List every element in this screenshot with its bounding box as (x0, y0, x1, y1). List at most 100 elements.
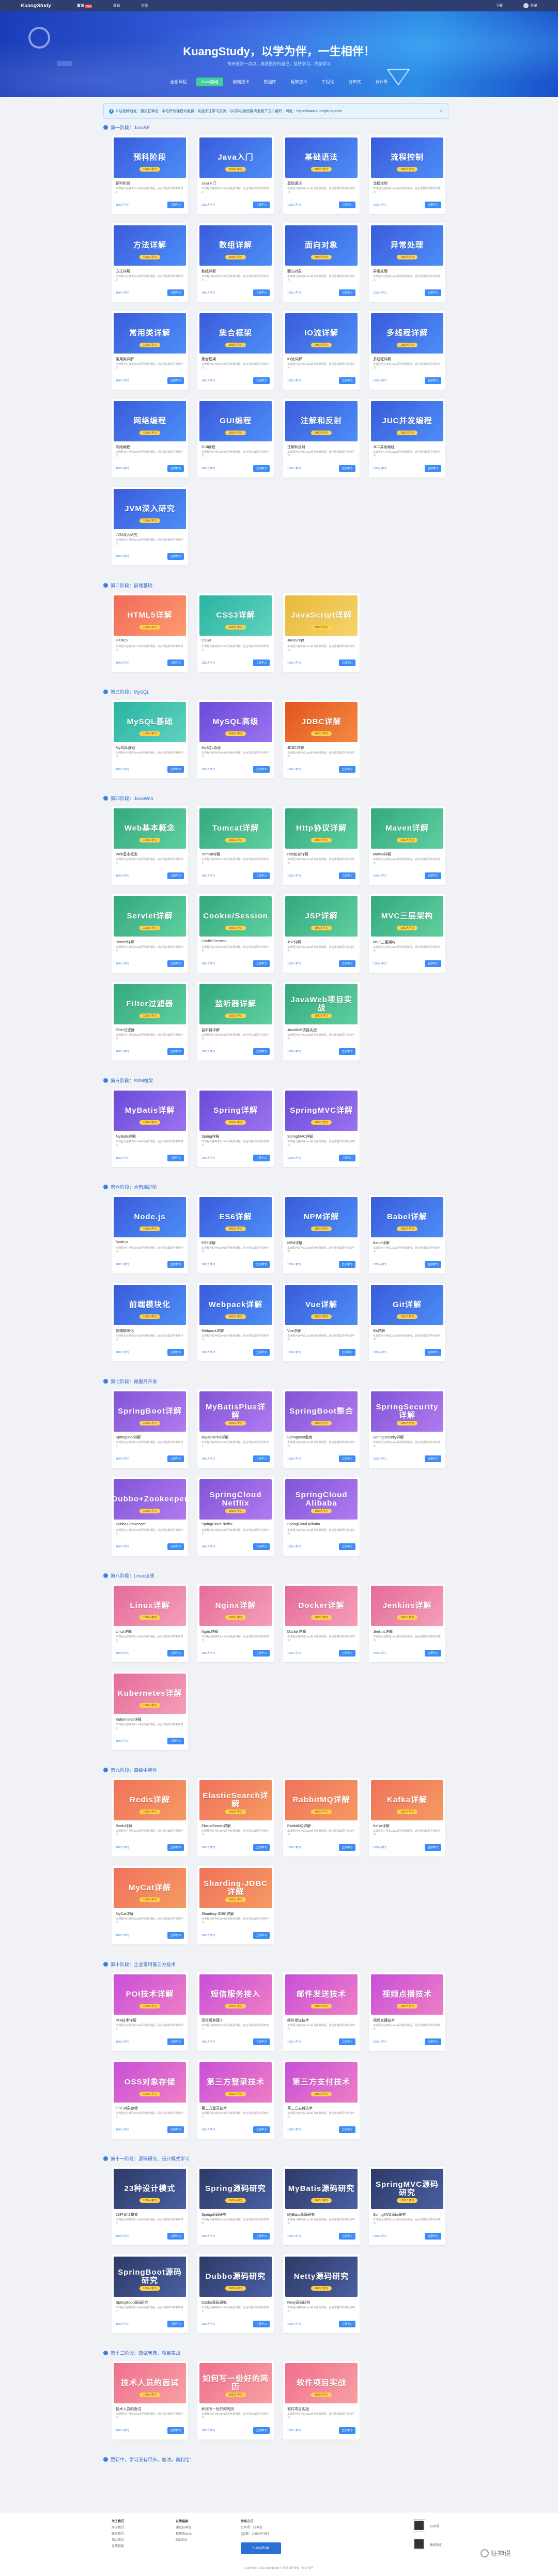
course-card[interactable]: Node.js 1000人学习 Node.js 本课程为狂神说Java系列免费课程，适… (112, 1195, 188, 1274)
start-learning-button[interactable]: 立即学习 (167, 872, 184, 879)
course-name[interactable]: JavaWeb项目实战 (287, 1028, 317, 1033)
start-learning-button[interactable]: 立即学习 (167, 2233, 184, 2240)
start-learning-button[interactable]: 立即学习 (167, 1155, 184, 1161)
course-name[interactable]: Cookie/Session (202, 940, 227, 943)
course-cover[interactable]: Redis详解 1000人学习 (114, 1780, 186, 1820)
course-name[interactable]: POI技术详解 (116, 2018, 136, 2023)
course-card[interactable]: Web基本概念 1000人学习 Web基本概念 本课程为狂神说Java系列免费课程，适… (112, 806, 188, 885)
course-cover[interactable]: Web基本概念 1000人学习 (114, 808, 186, 849)
course-card[interactable]: SpringMVC详解 1000人学习 SpringMVC详解 本课程为狂神说Java… (283, 1088, 360, 1167)
course-name[interactable]: SpringSecurity详解 (373, 1435, 404, 1440)
start-learning-button[interactable]: 立即学习 (167, 377, 184, 384)
course-name[interactable]: Dubbo源码研究 (202, 2300, 227, 2305)
course-cover[interactable]: 数组详解 1000人学习 (199, 225, 272, 266)
start-learning-button[interactable]: 立即学习 (253, 2038, 270, 2045)
course-name[interactable]: 预科阶段 (116, 181, 130, 186)
course-card[interactable]: MySQL高级 1000人学习 MySQL高级 本课程为狂神说Java系列免费课程，适… (197, 700, 274, 778)
footer-link[interactable]: 加入我们 (112, 2537, 124, 2543)
course-name[interactable]: 多线程详解 (373, 357, 391, 362)
course-name[interactable]: 注解和反射 (287, 444, 305, 450)
start-learning-button[interactable]: 立即学习 (167, 553, 184, 560)
start-learning-button[interactable]: 立即学习 (338, 2233, 355, 2240)
footer-link[interactable]: B站地址 (176, 2537, 192, 2543)
course-name[interactable]: Kafka详解 (373, 1823, 390, 1829)
start-learning-button[interactable]: 立即学习 (253, 202, 270, 208)
course-cover[interactable]: SpringBoot详解 1000人学习 (114, 1391, 186, 1432)
course-name[interactable]: Webpack详解 (202, 1328, 224, 1333)
course-card[interactable]: JavaWeb项目实战 1000人学习 JavaWeb项目实战 本课程为狂神说Java… (283, 982, 360, 1061)
course-cover[interactable]: MySQL基础 1000人学习 (114, 702, 186, 742)
course-card[interactable]: MVC三层架构 1000人学习 MVC三层架构 本课程为狂神说Java系列免费课程，适… (369, 894, 445, 973)
course-name[interactable]: 面向对象 (287, 269, 302, 274)
course-name[interactable]: Git详解 (373, 1328, 385, 1333)
course-cover[interactable]: 23种设计模式 1000人学习 (114, 2169, 186, 2209)
course-cover[interactable]: MyBatis详解 1000人学习 (114, 1091, 186, 1131)
start-learning-button[interactable]: 立即学习 (253, 1455, 270, 1462)
course-cover[interactable]: 前端模块化 1000人学习 (114, 1285, 186, 1325)
course-card[interactable]: 视频点播技术 1000人学习 视频点播技术 本课程为狂神说Java系列免费课程，适合零… (369, 1972, 445, 2051)
start-learning-button[interactable]: 立即学习 (338, 660, 355, 666)
course-card[interactable]: Java入门 1000人学习 Java入门 本课程为狂神说Java系列免费课程，适合零… (197, 135, 274, 214)
course-card[interactable]: JDBC详解 1000人学习 JDBC详解 本课程为狂神说Java系列免费课程，适合零… (283, 700, 360, 778)
start-learning-button[interactable]: 立即学习 (253, 1844, 270, 1851)
course-name[interactable]: 如何写一份好的简历 (202, 2406, 234, 2412)
course-cover[interactable]: JSP详解 1000人学习 (285, 896, 358, 937)
course-cover[interactable]: JUC并发编程 1000人学习 (371, 401, 443, 441)
course-card[interactable]: GUI编程 1000人学习 GUI编程 本课程为狂神说Java系列免费课程，适合零基础… (197, 399, 274, 478)
start-learning-button[interactable]: 立即学习 (253, 1155, 270, 1161)
course-name[interactable]: Kubernetes详解 (116, 1717, 142, 1722)
course-card[interactable]: Netty源码研究 1000人学习 Netty源码研究 本课程为狂神说Java系列免费… (283, 2255, 360, 2333)
course-name[interactable]: 前端模块化 (116, 1328, 134, 1333)
start-learning-button[interactable]: 立即学习 (253, 1543, 270, 1550)
course-name[interactable]: 短信服务接入 (202, 2018, 223, 2023)
course-cover[interactable]: CSS3详解 1000人学习 (199, 595, 272, 636)
course-card[interactable]: JSP详解 1000人学习 JSP详解 本课程为狂神说Java系列免费课程，适合零基础… (283, 894, 360, 973)
course-cover[interactable]: Dubbo源码研究 1000人学习 (199, 2257, 272, 2297)
course-name[interactable]: 基础语法 (287, 181, 302, 186)
course-cover[interactable]: Cookie/Session 1000人学习 (199, 896, 272, 937)
course-name[interactable]: Vue详解 (287, 1328, 301, 1333)
banner-tab[interactable]: 分布式 (343, 78, 366, 86)
course-card[interactable]: 网络编程 1000人学习 网络编程 本课程为狂神说Java系列免费课程，适合零基础同学… (112, 399, 188, 478)
course-cover[interactable]: Git详解 1000人学习 (371, 1285, 443, 1325)
course-name[interactable]: Http协议详解 (287, 852, 308, 857)
start-learning-button[interactable]: 立即学习 (167, 660, 184, 666)
start-learning-button[interactable]: 立即学习 (338, 1048, 355, 1055)
course-cover[interactable]: 流程控制 1000人学习 (371, 137, 443, 178)
start-learning-button[interactable]: 立即学习 (167, 1738, 184, 1744)
course-cover[interactable]: SpringBoot整合 1000人学习 (285, 1391, 358, 1432)
course-cover[interactable]: 网络编程 1000人学习 (114, 401, 186, 441)
course-cover[interactable]: IO流详解 1000人学习 (285, 313, 358, 354)
course-name[interactable]: Babel详解 (373, 1240, 390, 1246)
course-cover[interactable]: Spring源码研究 1000人学习 (199, 2169, 272, 2209)
course-card[interactable]: NPM详解 1000人学习 NPM详解 本课程为狂神说Java系列免费课程，适合零基础… (283, 1195, 360, 1274)
nav-item-home[interactable]: 首页 HOT (77, 3, 92, 8)
course-cover[interactable]: Maven详解 1000人学习 (371, 808, 443, 849)
course-card[interactable]: 预科阶段 1000人学习 预科阶段 本课程为狂神说Java系列免费课程，适合零基础同学… (112, 135, 188, 214)
course-card[interactable]: Dubbo+Zookeeper 1000人学习 Dubbo+Zookeeper 本课程… (112, 1477, 188, 1556)
course-card[interactable]: Tomcat详解 1000人学习 Tomcat详解 本课程为狂神说Java系列免费课程… (197, 806, 274, 885)
course-cover[interactable]: 集合框架 1000人学习 (199, 313, 272, 354)
course-card[interactable]: Spring源码研究 1000人学习 Spring源码研究 本课程为狂神说Java系列… (197, 2167, 274, 2245)
start-learning-button[interactable]: 立即学习 (167, 1048, 184, 1055)
course-name[interactable]: RabbitMQ详解 (287, 1823, 311, 1829)
banner-tab[interactable]: 前端技术 (227, 78, 254, 86)
course-cover[interactable]: JavaWeb项目实战 1000人学习 (285, 984, 358, 1024)
course-name[interactable]: GUI编程 (202, 444, 215, 450)
course-cover[interactable]: Jenkins详解 1000人学习 (371, 1586, 443, 1626)
course-cover[interactable]: MVC三层架构 1000人学习 (371, 896, 443, 937)
start-learning-button[interactable]: 立即学习 (253, 1048, 270, 1055)
course-cover[interactable]: 第三方支付技术 1000人学习 (285, 2062, 358, 2103)
start-learning-button[interactable]: 立即学习 (424, 289, 441, 296)
course-cover[interactable]: 技术人员的面试 1000人学习 (114, 2363, 186, 2403)
course-cover[interactable]: SpringSecurity详解 1000人学习 (371, 1391, 443, 1432)
course-card[interactable]: Git详解 1000人学习 Git详解 本课程为狂神说Java系列免费课程，适合零基础… (369, 1283, 445, 1361)
course-card[interactable]: Cookie/Session 1000人学习 Cookie/Session 本课程为狂… (197, 894, 274, 973)
start-learning-button[interactable]: 立即学习 (167, 1543, 184, 1550)
course-name[interactable]: 数组详解 (202, 269, 216, 274)
start-learning-button[interactable]: 立即学习 (253, 1349, 270, 1356)
course-cover[interactable]: JVM深入研究 1000人学习 (114, 489, 186, 529)
start-learning-button[interactable]: 立即学习 (338, 377, 355, 384)
start-learning-button[interactable]: 立即学习 (338, 1455, 355, 1462)
course-name[interactable]: ES6详解 (202, 1240, 215, 1246)
